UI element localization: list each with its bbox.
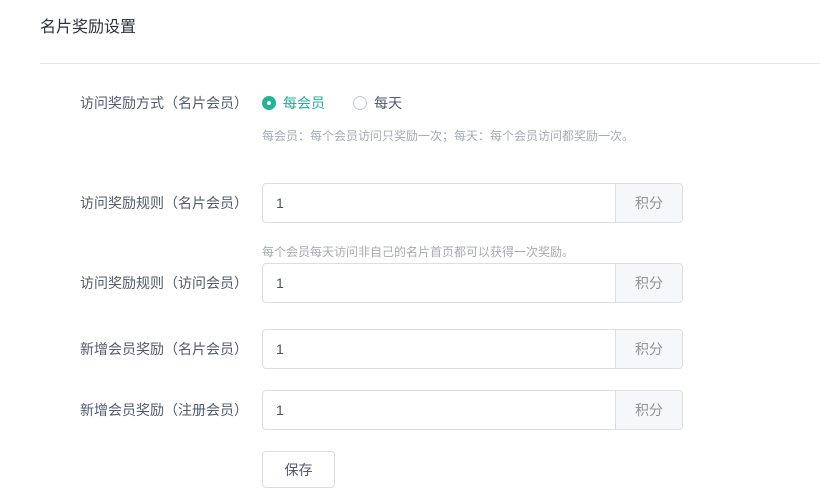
new-member-card-input[interactable] [263,330,615,368]
radio-button-per-day[interactable] [353,96,367,110]
save-button[interactable]: 保存 [262,451,335,488]
visit-reward-visitor-unit: 积分 [615,264,682,302]
visit-reward-visitor-helper-text: 每个会员每天访问非自己的名片首页都可以获得一次奖励。 [262,245,574,259]
visit-reward-card-member-unit: 积分 [615,184,682,222]
radio-label-per-member[interactable]: 每会员 [283,93,325,113]
form-row-reward-mode: 访问奖励方式（名片会员） 每会员 每天 [40,93,402,113]
visit-reward-card-member-input-group: 积分 [262,183,683,223]
new-member-registered-unit: 积分 [615,391,682,429]
new-member-registered-label: 新增会员奖励（注册会员） [40,401,248,419]
new-member-card-input-group: 积分 [262,329,683,369]
new-member-registered-input-group: 积分 [262,390,683,430]
radio-option-per-day[interactable]: 每天 [353,93,402,113]
form-row-new-member-registered: 新增会员奖励（注册会员） 积分 [40,390,683,430]
page-title: 名片奖励设置 [40,18,136,38]
visit-reward-card-member-input[interactable] [263,184,615,222]
reward-mode-helper-text: 每会员：每个会员访问只奖励一次；每天：每个会员访问都奖励一次。 [262,129,634,143]
new-member-registered-input[interactable] [263,391,615,429]
radio-label-per-day[interactable]: 每天 [374,93,402,113]
radio-option-per-member[interactable]: 每会员 [262,93,325,113]
radio-button-per-member[interactable] [262,96,276,110]
visit-reward-visitor-label: 访问奖励规则（访问会员） [40,274,248,292]
form-row-visit-reward-card-member: 访问奖励规则（名片会员） 积分 [40,183,683,223]
reward-settings-page: 名片奖励设置 访问奖励方式（名片会员） 每会员 每天 每会员：每个会员访问只奖励… [0,0,820,490]
form-row-visit-reward-visitor: 访问奖励规则（访问会员） 积分 [40,263,683,303]
new-member-card-unit: 积分 [615,330,682,368]
section-divider [40,63,820,64]
reward-mode-label: 访问奖励方式（名片会员） [40,94,248,112]
visit-reward-card-member-label: 访问奖励规则（名片会员） [40,194,248,212]
form-row-new-member-card: 新增会员奖励（名片会员） 积分 [40,329,683,369]
new-member-card-label: 新增会员奖励（名片会员） [40,340,248,358]
reward-mode-radio-group: 每会员 每天 [262,93,402,113]
visit-reward-visitor-input[interactable] [263,264,615,302]
visit-reward-visitor-input-group: 积分 [262,263,683,303]
